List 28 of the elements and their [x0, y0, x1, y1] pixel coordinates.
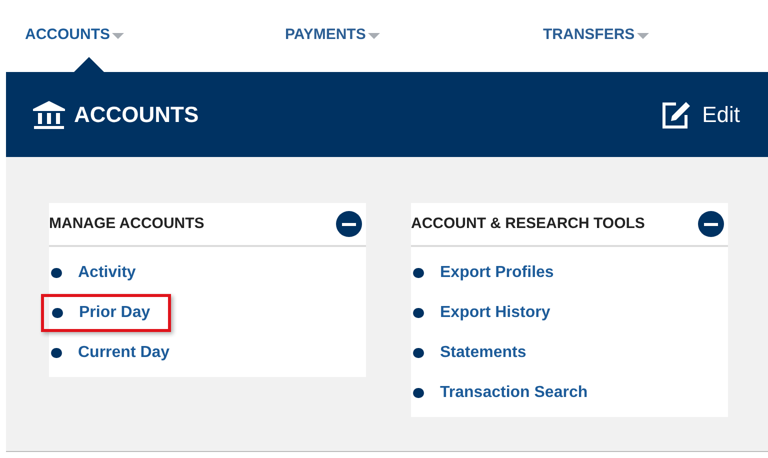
bullet-icon [52, 308, 63, 318]
bullet-icon [51, 348, 62, 358]
menu-link[interactable]: Transaction Search [440, 381, 588, 405]
menu-link[interactable]: Export History [440, 301, 550, 325]
nav-tab[interactable]: ACCOUNTS [25, 24, 124, 46]
banner-title: ACCOUNTS [74, 101, 199, 129]
caret-icon [112, 32, 124, 40]
bullet-icon [51, 268, 62, 278]
caret-icon [368, 32, 380, 40]
collapse-button[interactable] [698, 211, 724, 237]
edit-icon [660, 100, 692, 130]
nav-tab[interactable]: TRANSFERS [543, 24, 649, 46]
menu-link[interactable]: Activity [78, 261, 136, 285]
panel-title: MANAGE ACCOUNTS [49, 214, 204, 234]
bullet-icon [413, 308, 424, 318]
panel-title: ACCOUNT & RESEARCH TOOLS [411, 214, 645, 234]
caret-icon [636, 32, 649, 40]
menu-link[interactable]: Current Day [78, 341, 170, 365]
edit-button[interactable]: Edit [660, 98, 740, 131]
bank-icon [32, 100, 66, 130]
bullet-icon [413, 388, 424, 398]
bullet-icon [413, 348, 424, 358]
collapse-button[interactable] [336, 211, 362, 237]
menu-link[interactable]: Statements [440, 341, 526, 365]
nav-tab[interactable]: PAYMENTS [285, 24, 380, 46]
menu-link[interactable]: Prior Day [79, 301, 150, 325]
bullet-icon [413, 268, 424, 278]
menu-link[interactable]: Export Profiles [440, 261, 554, 285]
